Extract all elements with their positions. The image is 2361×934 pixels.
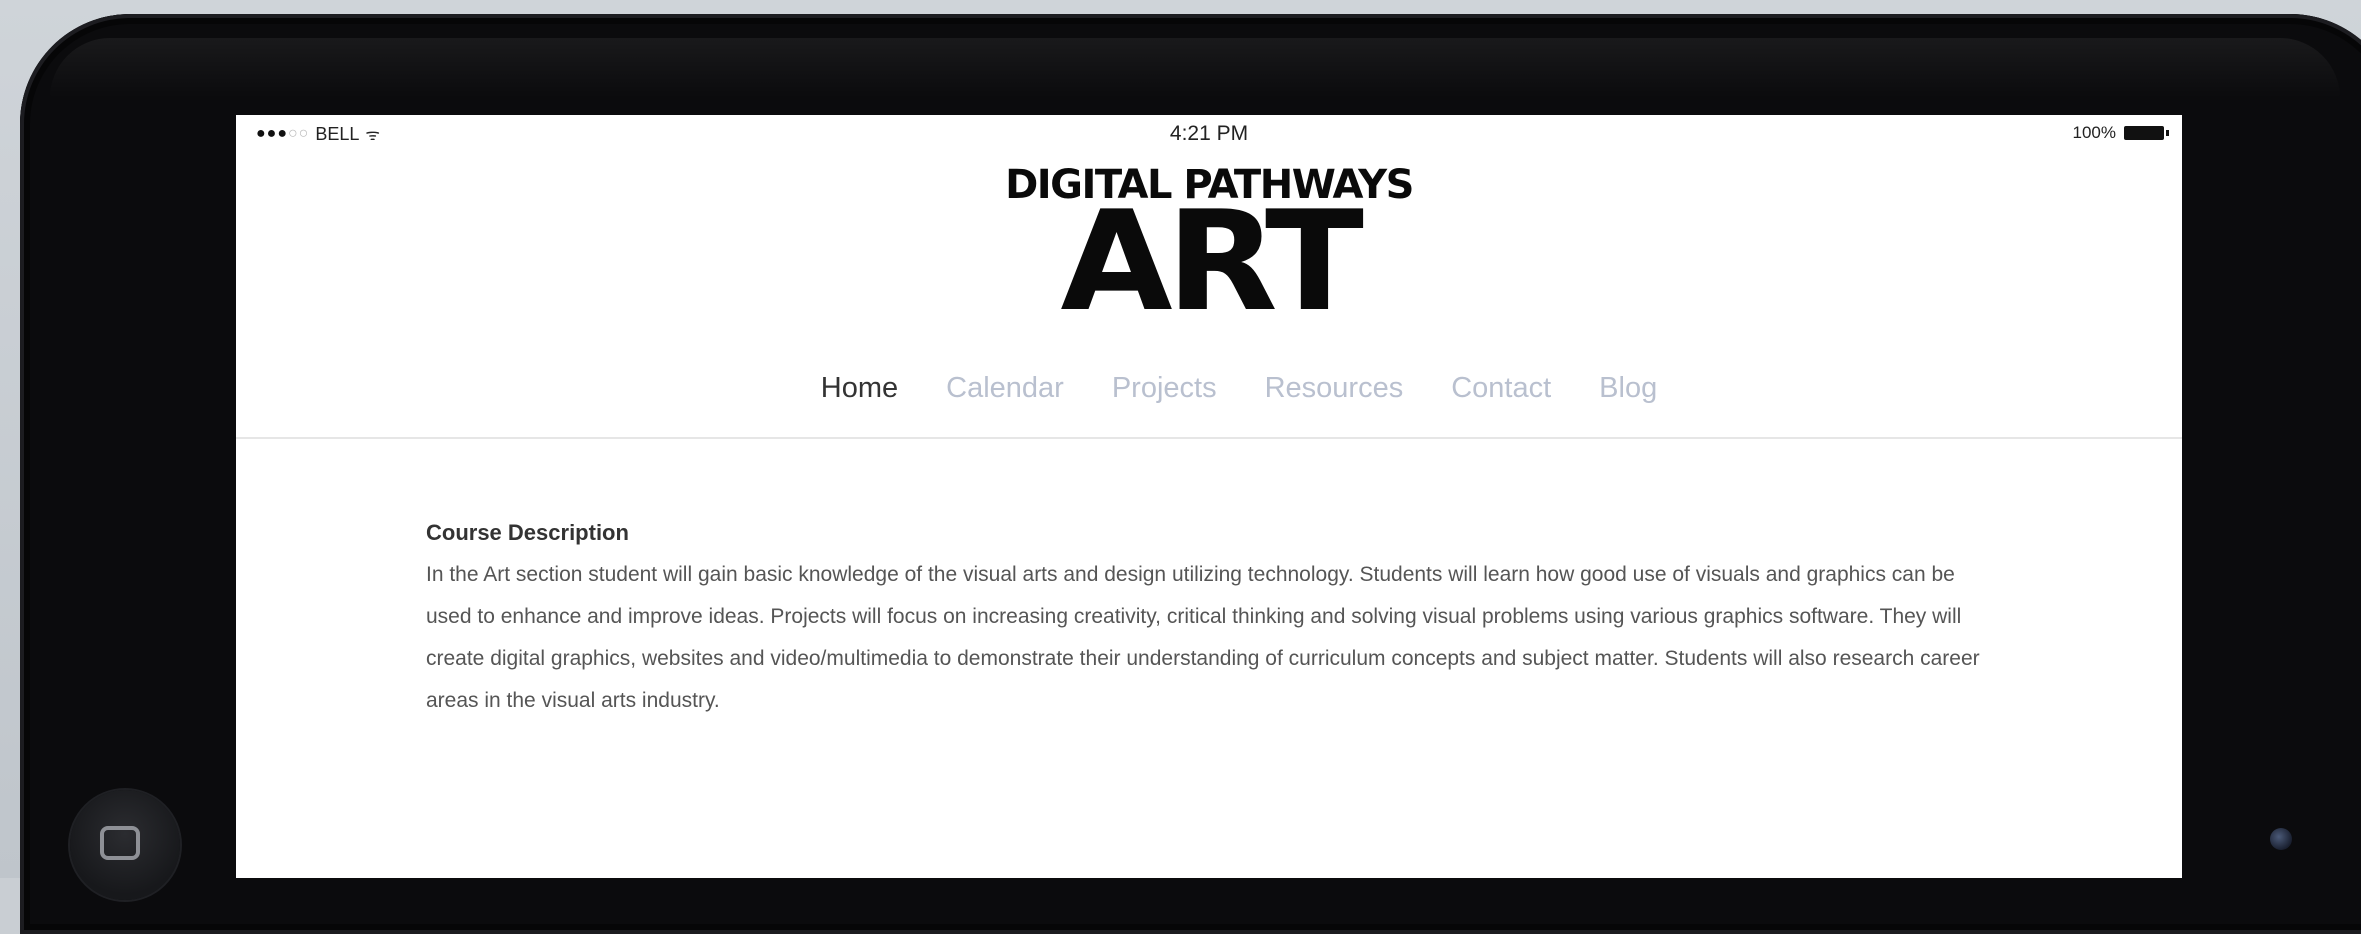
site-logo[interactable]: DIGITAL PATHWAYS ART [236, 165, 2182, 342]
nav-item-blog[interactable]: Blog [1599, 372, 1657, 405]
status-bar: ●●●○○ BELL ᯤ 4:21 PM 100% [236, 115, 2182, 153]
nav-item-home[interactable]: Home [821, 372, 898, 405]
course-description-heading: Course Description [426, 520, 629, 545]
screen: ●●●○○ BELL ᯤ 4:21 PM 100% DIGITAL PATHWA… [236, 115, 2182, 878]
battery-status: 100% [2072, 123, 2169, 143]
nav-item-contact[interactable]: Contact [1451, 372, 1551, 405]
course-description: Course Description In the Art section st… [426, 512, 2006, 722]
nav-item-calendar[interactable]: Calendar [946, 372, 1064, 405]
battery-percent: 100% [2072, 123, 2116, 142]
logo-main-line: ART [1060, 181, 1363, 342]
camera-icon [2270, 828, 2292, 850]
course-description-body: In the Art section student will gain bas… [426, 563, 1980, 712]
battery-icon [2124, 126, 2169, 140]
frame-sheen [50, 38, 2340, 98]
nav-divider [236, 437, 2182, 439]
nav-item-projects[interactable]: Projects [1112, 372, 1217, 405]
nav-item-resources[interactable]: Resources [1265, 372, 1404, 405]
main-nav: Home Calendar Projects Resources Contact… [236, 372, 2182, 405]
status-time: 4:21 PM [1169, 122, 1249, 145]
home-button-icon [100, 826, 140, 860]
